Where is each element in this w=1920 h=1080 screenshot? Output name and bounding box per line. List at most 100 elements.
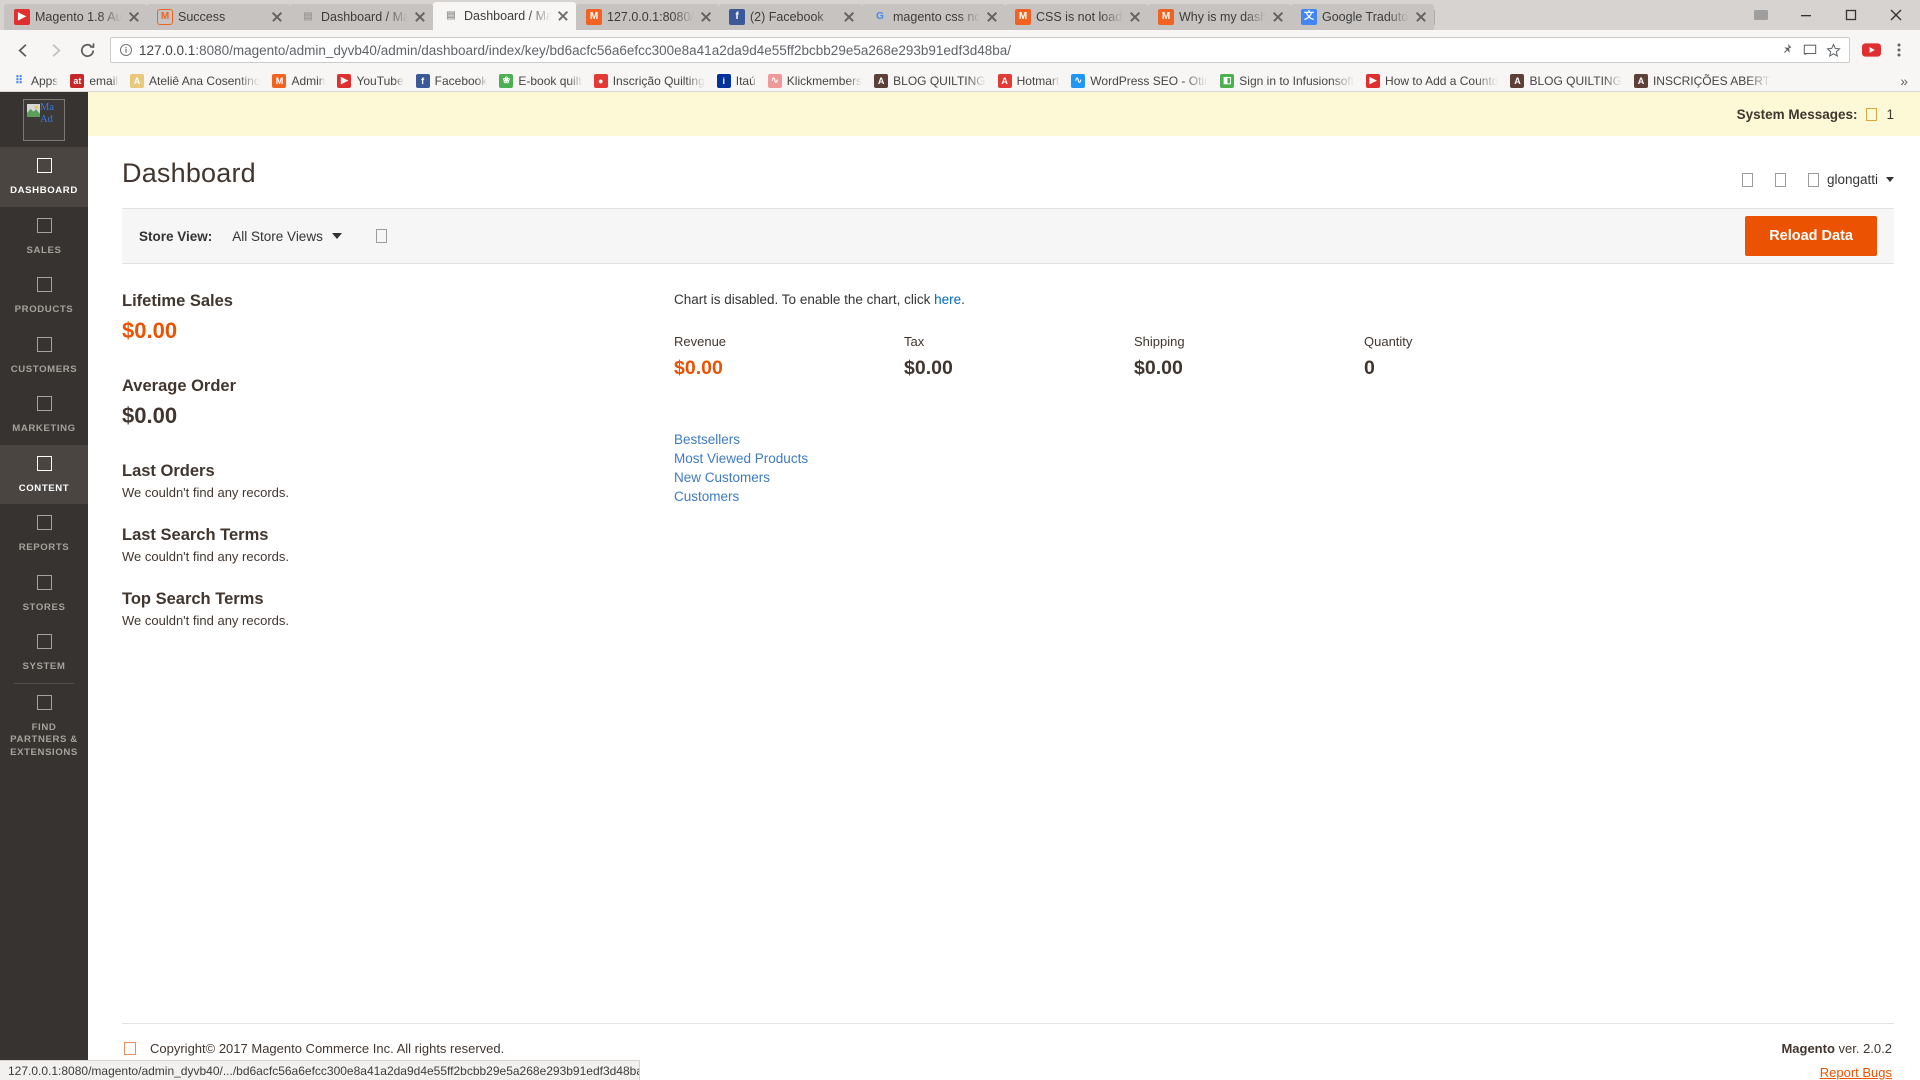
bookmark-item[interactable]: ● Inscrição Quilting <box>588 71 711 91</box>
last-orders-label: Last Orders <box>122 462 215 480</box>
sidebar-item-label: DASHBOARD <box>10 185 78 196</box>
sidebar-item-reports[interactable]: REPORTS <box>0 504 88 564</box>
browser-tab[interactable]: M CSS is not loading on <box>1005 4 1149 30</box>
browser-tab[interactable]: ▶ Magento 1.8 Aula 5 <box>4 4 148 30</box>
magento-admin-logo[interactable]: Ma Ad <box>0 92 88 147</box>
bookmark-item[interactable]: ❀ E-book quilt <box>493 71 587 91</box>
admin-content: System Messages: 1 Dashboard glongatti S… <box>88 92 1920 1080</box>
bookmark-label: How to Add a Countd <box>1385 73 1499 88</box>
browser-toolbar: 127.0.0.1:8080/magento/admin_dyvb40/admi… <box>0 30 1920 70</box>
itau-icon: i <box>716 73 731 88</box>
browser-tab[interactable]: Gmagento css not working <box>862 4 1006 30</box>
tab-close-icon[interactable] <box>270 10 284 24</box>
sidebar-item-customers[interactable]: CUSTOMERS <box>0 326 88 386</box>
address-bar[interactable]: 127.0.0.1:8080/magento/admin_dyvb40/admi… <box>110 37 1850 63</box>
browser-tab[interactable]: ▤ Dashboard / Magento <box>433 2 576 30</box>
grid-tab-new-customers[interactable]: New Customers <box>674 470 1894 485</box>
tab-close-icon[interactable] <box>1128 10 1142 24</box>
report-bugs-link[interactable]: Report Bugs <box>1781 1065 1892 1080</box>
grid-tab-most-viewed-products[interactable]: Most Viewed Products <box>674 451 1894 466</box>
enable-chart-link[interactable]: here <box>934 292 961 307</box>
browser-tab[interactable]: M Success <box>147 4 291 30</box>
star-icon[interactable] <box>1826 42 1841 58</box>
user-menu[interactable]: glongatti <box>1807 172 1894 187</box>
page-info-icon[interactable] <box>119 43 133 57</box>
sidebar-item-label: STORES <box>22 601 66 613</box>
reload-data-button[interactable]: Reload Data <box>1745 216 1877 256</box>
sidebar-item-marketing[interactable]: MARKETING <box>0 385 88 445</box>
kpi-shipping: Shipping $0.00 <box>1134 334 1364 380</box>
bookmark-item[interactable]: ∿ Klickmembers <box>762 71 868 91</box>
sidebar-item-products[interactable]: PRODUCTS <box>0 266 88 326</box>
tab-close-icon[interactable] <box>842 10 856 24</box>
youtube-extension-icon[interactable] <box>1858 37 1884 63</box>
browser-tab[interactable]: f (2) Facebook <box>719 4 863 30</box>
browser-tab[interactable]: M 127.0.0.1:8080/magento <box>576 4 720 30</box>
browser-tab[interactable]: M Why is my dashboard <box>1148 4 1292 30</box>
bookmark-item[interactable]: f Facebook <box>410 71 494 91</box>
tab-close-icon[interactable] <box>413 10 427 24</box>
sidebar-item-stores[interactable]: STORES <box>0 564 88 624</box>
tab-close-icon[interactable] <box>985 10 999 24</box>
bookmark-item[interactable]: A Ateliê Ana Cosentino <box>124 71 266 91</box>
bookmark-item[interactable]: i Itaú <box>711 71 762 91</box>
tab-title: magento css not working <box>893 10 980 24</box>
tab-close-icon[interactable] <box>1414 10 1428 24</box>
bookmark-item[interactable]: A INSCRIÇÕES ABERTAS <box>1628 71 1777 91</box>
bookmark-item[interactable]: ∿ WordPress SEO - Otim <box>1065 71 1214 91</box>
sidebar-item-dashboard[interactable]: DASHBOARD <box>0 147 88 207</box>
chart-notice-period: . <box>961 292 965 307</box>
bookmark-item[interactable]: A BLOG QUILTING <box>868 71 991 91</box>
close-icon[interactable] <box>1873 0 1918 30</box>
sidebar-item-label: FIND PARTNERS & EXTENSIONS <box>10 721 78 758</box>
cast-icon[interactable] <box>1803 43 1817 57</box>
sidebar-item-find-partners-extensions[interactable]: FIND PARTNERS & EXTENSIONS <box>0 684 88 769</box>
sidebar-item-sales[interactable]: SALES <box>0 207 88 267</box>
window-controls <box>1738 0 1920 30</box>
bookmark-item[interactable]: M Admin <box>266 71 331 91</box>
tab-close-icon[interactable] <box>1271 10 1285 24</box>
notifications-icon[interactable] <box>1774 172 1786 187</box>
minimize-icon[interactable] <box>1783 0 1828 30</box>
youtube-icon: ▶ <box>337 73 352 88</box>
grid-tab-customers[interactable]: Customers <box>674 489 1894 504</box>
dashboard-left-column: Lifetime Sales $0.00 Average Order $0.00… <box>88 292 588 1023</box>
browser-tab[interactable]: 文 Google Tradutor <box>1291 4 1435 30</box>
bookmark-item[interactable]: ▶ YouTube <box>331 71 409 91</box>
store-view-select[interactable]: All Store Views <box>232 229 323 244</box>
grid-tab-bestsellers[interactable]: Bestsellers <box>674 432 1894 447</box>
pin-icon[interactable] <box>1780 43 1794 57</box>
sidebar-item-content[interactable]: CONTENT <box>0 444 88 504</box>
chevron-down-icon[interactable] <box>331 233 342 239</box>
tab-strip: ▶ Magento 1.8 Aula 5 M Success ▤ Dashboard / … <box>0 0 1920 30</box>
sidebar-item-label: SALES <box>26 244 62 256</box>
bookmark-item[interactable]: ⠿ Apps <box>6 71 64 91</box>
bookmarks-overflow-icon[interactable]: » <box>1894 73 1914 89</box>
search-icon[interactable] <box>1741 172 1753 187</box>
bookmark-item[interactable]: ▶ How to Add a Countd <box>1360 71 1504 91</box>
tab-close-icon[interactable] <box>127 10 141 24</box>
last-search-terms-label: Last Search Terms <box>122 526 269 544</box>
browser-tab[interactable]: ▤ Dashboard / Magento <box>290 4 433 30</box>
chart-notice-text: Chart is disabled. To enable the chart, … <box>674 292 935 307</box>
sidebar-item-icon <box>36 396 52 411</box>
bookmark-item[interactable]: at email <box>64 71 124 91</box>
bookmark-item[interactable]: ◧ Sign in to Infusionsoft <box>1214 71 1360 91</box>
forward-arrow-icon[interactable] <box>40 35 70 65</box>
account-icon[interactable] <box>1738 0 1783 30</box>
maximize-icon[interactable] <box>1828 0 1873 30</box>
help-icon[interactable] <box>375 229 387 243</box>
tab-close-icon[interactable] <box>556 9 570 23</box>
bookmark-item[interactable]: A Hotmart <box>992 71 1066 91</box>
chrome-menu-icon[interactable] <box>1886 37 1912 63</box>
sidebar-item-system[interactable]: SYSTEM <box>0 623 88 683</box>
reload-icon[interactable] <box>72 35 102 65</box>
back-arrow-icon[interactable] <box>8 35 38 65</box>
message-box-icon[interactable] <box>1866 107 1878 121</box>
klickmembers-icon: ∿ <box>767 73 782 88</box>
tab-close-icon[interactable] <box>699 10 713 24</box>
bookmark-item[interactable]: A BLOG QUILTING <box>1504 71 1627 91</box>
tab-title: (2) Facebook <box>750 10 824 24</box>
system-messages-count: 1 <box>1886 106 1894 122</box>
magento-icon: M <box>1015 9 1031 25</box>
